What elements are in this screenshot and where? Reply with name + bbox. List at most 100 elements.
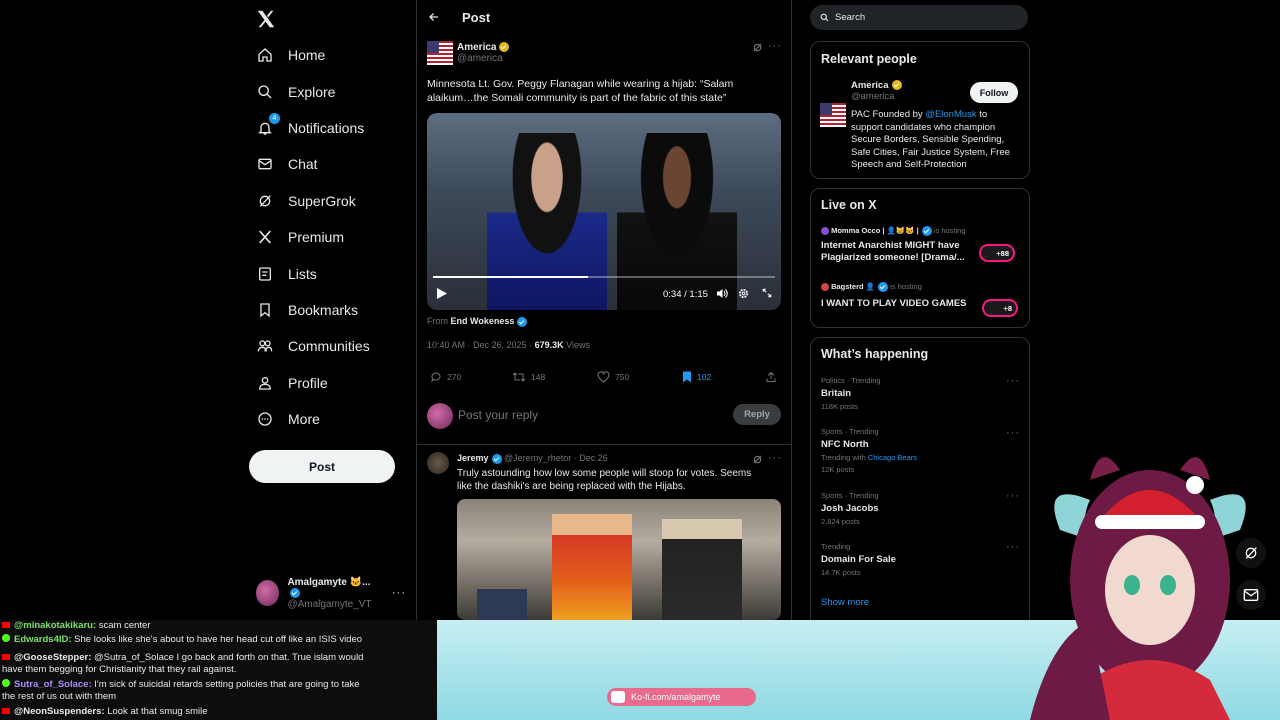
bio-text: PAC Founded by <box>851 109 926 120</box>
chat-message: scam center <box>96 620 151 631</box>
kofi-cup-icon <box>611 691 625 703</box>
nav-lists[interactable]: Lists <box>256 259 317 289</box>
play-icon[interactable] <box>437 288 447 299</box>
bio-link[interactable]: @ElonMusk <box>925 109 976 120</box>
reply-text: Truly astounding how low some people wil… <box>457 468 752 492</box>
nav-chat[interactable]: Chat <box>256 149 318 179</box>
nav-more[interactable]: More <box>256 404 320 434</box>
verified-icon <box>878 282 889 293</box>
people-icon <box>256 337 274 355</box>
avatar <box>427 403 453 429</box>
trend-name: Josh Jacobs <box>821 503 879 514</box>
trend-name: NFC North <box>821 439 869 450</box>
show-more-link[interactable]: Show more <box>821 597 869 608</box>
nav-profile[interactable]: Profile <box>256 368 328 398</box>
relevant-handle[interactable]: @america <box>851 91 902 102</box>
more-icon[interactable]: ··· <box>1006 541 1020 553</box>
grok-icon[interactable] <box>752 42 763 53</box>
x-logo-icon[interactable] <box>255 8 277 30</box>
trend-meta: Trending <box>821 542 851 551</box>
account-handle: @Amalgamyte_VT <box>287 598 372 610</box>
nav-premium[interactable]: Premium <box>256 222 344 252</box>
post-timestamp[interactable]: 10:40 AM · Dec 26, 2025 · <box>427 340 535 350</box>
nav-explore[interactable]: Explore <box>256 77 335 107</box>
bookmark-action[interactable]: 102 <box>682 371 711 383</box>
back-arrow-icon[interactable] <box>428 11 440 23</box>
share-action[interactable] <box>765 371 777 383</box>
settings-icon[interactable] <box>738 288 749 299</box>
avatar[interactable] <box>427 452 449 474</box>
reply-count: 270 <box>447 372 462 382</box>
trend-item[interactable]: Sports · Trending NFC North Trending wit… <box>821 427 917 474</box>
nav-label: Lists <box>288 266 317 282</box>
chat-line: the rest of us out with them <box>2 691 116 703</box>
reply-action[interactable]: 270 <box>430 371 461 383</box>
search-input[interactable]: Search <box>835 12 865 23</box>
live-count-text: +8 <box>1003 303 1012 313</box>
nav-label: More <box>288 411 320 427</box>
video-progress-bar[interactable] <box>433 276 775 278</box>
more-icon[interactable]: ··· <box>1006 375 1020 387</box>
trend-item[interactable]: Trending Domain For Sale 14.7K posts <box>821 542 896 577</box>
author-handle[interactable]: @america <box>457 53 509 64</box>
author-name[interactable]: America <box>457 42 496 53</box>
video-time: 0:34 / 1:15 <box>663 289 708 300</box>
reply-author[interactable]: Jeremy <box>457 453 489 463</box>
trend-posts: 118K posts <box>821 402 858 411</box>
nav-supergrok[interactable]: SuperGrok <box>256 186 356 216</box>
nav-bookmarks[interactable]: Bookmarks <box>256 295 358 325</box>
trend-item[interactable]: Politics · Trending Britain 118K posts <box>821 376 881 411</box>
more-icon[interactable]: ··· <box>1006 490 1020 502</box>
grok-icon[interactable] <box>752 454 763 465</box>
reply-image[interactable] <box>457 499 781 620</box>
fullscreen-icon[interactable] <box>762 288 772 298</box>
nav-communities[interactable]: Communities <box>256 331 370 361</box>
video-player[interactable]: 0:34 / 1:15 <box>427 113 781 310</box>
post-button[interactable]: Post <box>249 450 395 483</box>
repost-action[interactable]: 148 <box>512 371 545 383</box>
author-avatar[interactable] <box>427 41 453 65</box>
follow-button[interactable]: Follow <box>970 82 1018 103</box>
volume-icon[interactable] <box>716 288 728 299</box>
search-icon <box>256 83 274 101</box>
reply-handle[interactable]: @Jeremy_rhetor · Dec 26 <box>504 453 608 463</box>
live-status: is hosting <box>933 226 966 235</box>
trend-link[interactable]: Chicago Bears <box>868 453 917 462</box>
more-icon: ··· <box>392 587 406 599</box>
verified-icon <box>517 316 528 327</box>
nav-notifications[interactable]: 4 Notifications <box>256 113 364 143</box>
search-bar[interactable]: Search <box>810 5 1028 30</box>
home-icon <box>256 46 274 64</box>
trend-item[interactable]: Sports · Trending Josh Jacobs 2,824 post… <box>821 491 879 526</box>
video-frame-person <box>487 133 607 310</box>
card-title: What’s happening <box>821 347 929 361</box>
live-host-name: Momma Occo | 👤😸🐱 | <box>831 226 919 235</box>
chat-line: have them begging for Christianity that … <box>2 664 236 676</box>
reply-button[interactable]: Reply <box>733 404 781 425</box>
x-logo-icon <box>256 228 274 246</box>
post-text: Minnesota Lt. Gov. Peggy Flanagan while … <box>427 78 734 104</box>
grok-icon[interactable] <box>1236 538 1266 568</box>
nav-home[interactable]: Home <box>256 40 325 70</box>
chat-line: Edwards4ID: She looks like she's about t… <box>2 634 362 646</box>
author-avatar[interactable] <box>820 103 846 127</box>
from-source-link[interactable]: End Wokeness <box>451 316 515 326</box>
trend-meta: Sports · Trending <box>821 427 879 436</box>
kofi-badge: Ko-fi.com/amalgamyte <box>607 688 756 706</box>
reply-input[interactable]: Post your reply <box>458 408 538 422</box>
relevant-name[interactable]: America <box>851 80 889 91</box>
trend-meta: Sports · Trending <box>821 491 879 500</box>
account-switcher[interactable]: Amalgamyte 🐱... @Amalgamyte_VT ··· <box>256 577 406 610</box>
like-action[interactable]: 750 <box>597 371 629 383</box>
envelope-icon[interactable] <box>1236 580 1266 610</box>
more-icon[interactable]: ··· <box>1006 427 1020 439</box>
views-label: Views <box>566 340 590 350</box>
more-icon[interactable]: ··· <box>768 452 782 464</box>
nav-label: Notifications <box>288 120 365 136</box>
grok-icon <box>256 192 274 210</box>
kofi-label: Ko-fi.com/amalgamyte <box>631 692 721 702</box>
trend-posts: 2,824 posts <box>821 517 860 526</box>
page-title: Post <box>462 10 491 25</box>
more-icon[interactable]: ··· <box>768 40 782 52</box>
card-title: Live on X <box>821 198 877 212</box>
